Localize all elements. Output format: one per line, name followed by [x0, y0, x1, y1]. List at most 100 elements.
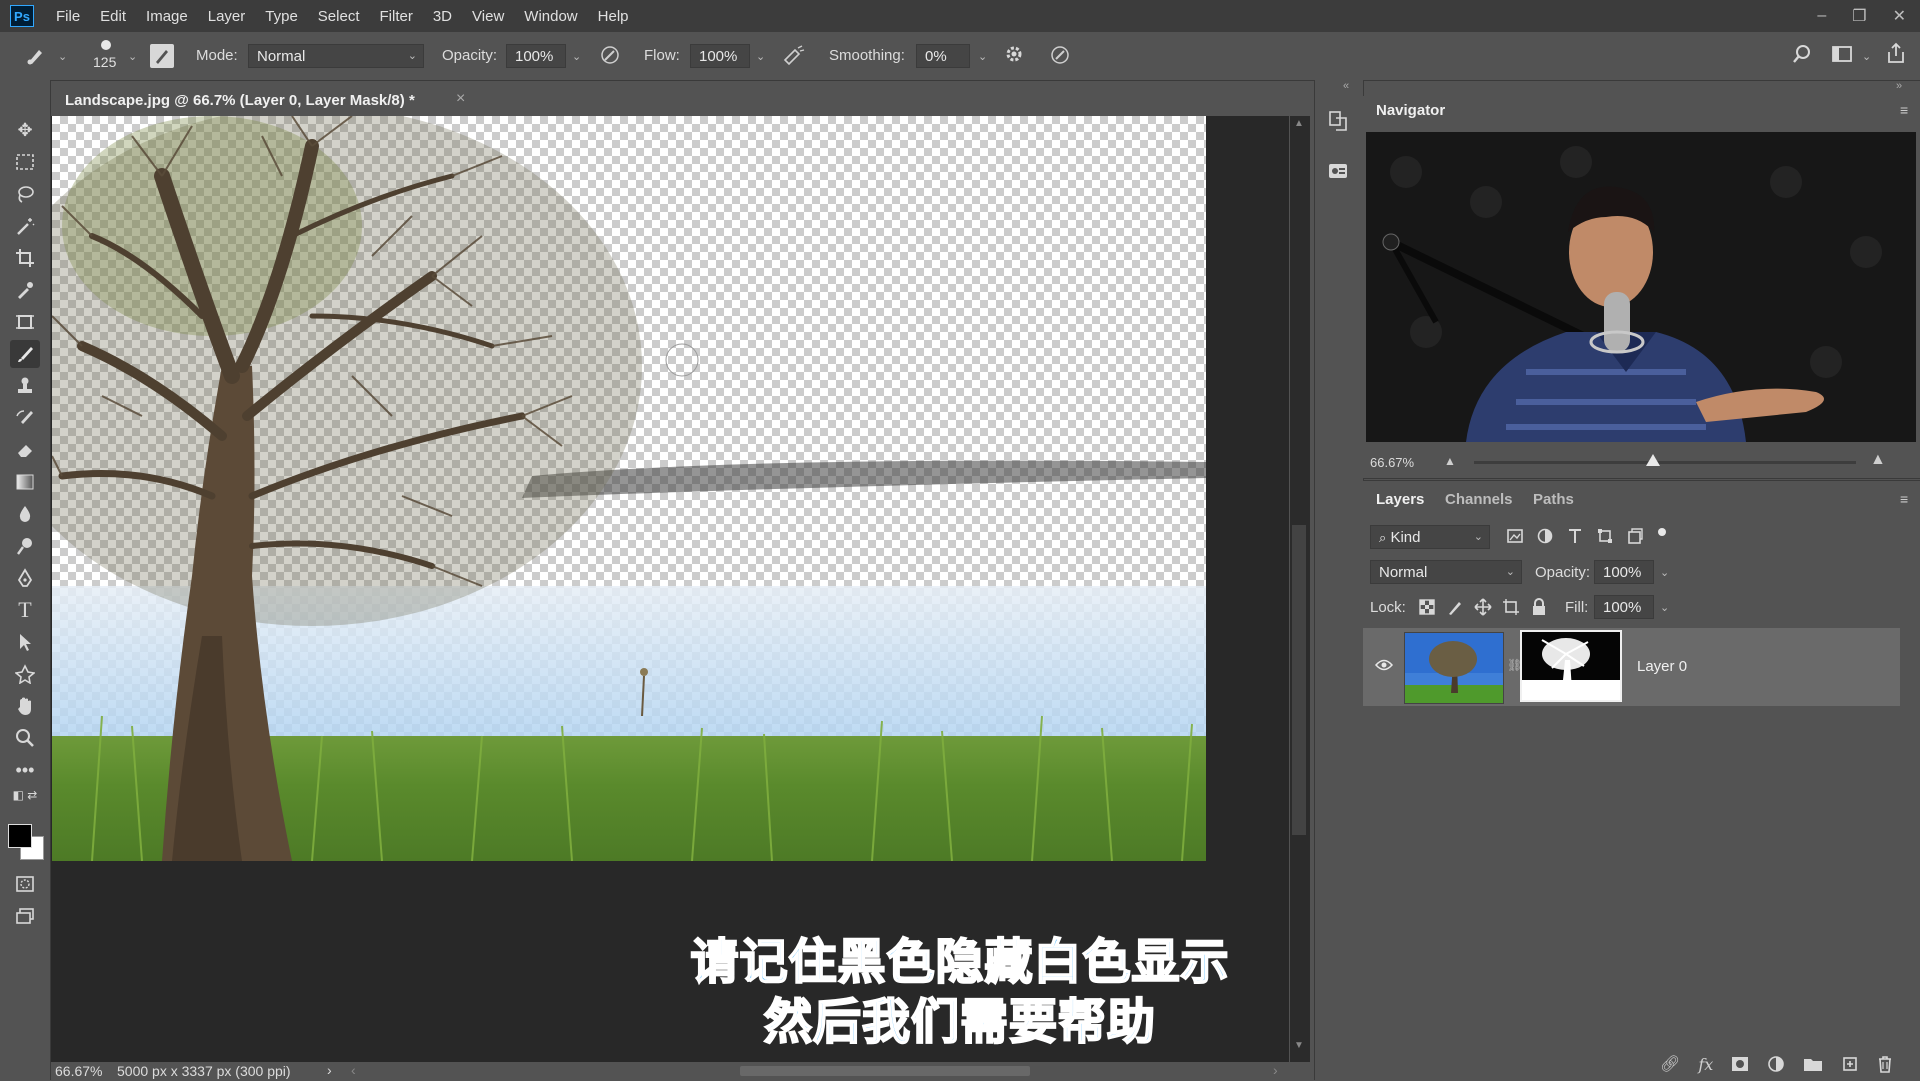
brush-tool-icon[interactable]	[10, 340, 40, 368]
mode-select[interactable]: Normal ⌄	[248, 44, 424, 68]
crop-tool-icon[interactable]	[10, 244, 40, 272]
zoom-out-mountain-icon[interactable]: ▲	[1444, 454, 1456, 468]
marquee-tool-icon[interactable]	[10, 148, 40, 176]
share-icon[interactable]	[1884, 42, 1908, 69]
scroll-up-arrow-icon[interactable]: ▲	[1294, 118, 1304, 129]
menu-help[interactable]: Help	[588, 8, 639, 25]
menu-layer[interactable]: Layer	[198, 8, 256, 25]
eraser-tool-icon[interactable]	[10, 436, 40, 464]
collapse-panels-icon[interactable]: «	[1343, 80, 1349, 92]
layer-blend-mode-select[interactable]: Normal ⌄	[1370, 560, 1522, 584]
layer-opacity-input[interactable]: 100%	[1594, 560, 1654, 584]
pen-tool-icon[interactable]	[10, 564, 40, 592]
pressure-opacity-icon[interactable]	[598, 44, 622, 71]
opacity-chevron-down-icon[interactable]: ⌄	[572, 50, 581, 63]
minimize-button[interactable]: –	[1817, 7, 1826, 25]
fill-input[interactable]: 100%	[1594, 595, 1654, 619]
smoothing-chevron-down-icon[interactable]: ⌄	[978, 50, 987, 63]
history-brush-tool-icon[interactable]	[10, 404, 40, 432]
eyedropper-tool-icon[interactable]	[10, 276, 40, 304]
horizontal-scrollbar-thumb[interactable]	[740, 1066, 1030, 1076]
close-button[interactable]: ✕	[1893, 6, 1906, 26]
expand-panels-icon[interactable]: »	[1896, 80, 1902, 92]
restore-button[interactable]: ❐	[1852, 6, 1866, 26]
airbrush-icon[interactable]	[780, 44, 806, 71]
flow-chevron-down-icon[interactable]: ⌄	[756, 50, 765, 63]
frame-tool-icon[interactable]	[10, 308, 40, 336]
navigator-zoom-slider[interactable]	[1474, 461, 1856, 464]
magic-wand-tool-icon[interactable]	[10, 212, 40, 240]
move-tool-icon[interactable]: ✥	[10, 116, 40, 144]
zoom-tool-icon[interactable]	[10, 724, 40, 752]
more-tools-icon[interactable]: •••	[10, 756, 40, 784]
quick-mask-icon[interactable]	[10, 870, 40, 898]
dodge-tool-icon[interactable]	[10, 532, 40, 560]
brush-settings-panel-icon[interactable]	[150, 44, 174, 68]
swap-colors-icon[interactable]: ◧ ⇄	[10, 786, 40, 804]
status-zoom[interactable]: 66.67%	[55, 1063, 102, 1079]
workspace-icon[interactable]	[1830, 44, 1854, 69]
new-layer-icon[interactable]	[1841, 1055, 1859, 1073]
scroll-down-arrow-icon[interactable]: ▼	[1294, 1040, 1304, 1051]
close-tab-icon[interactable]: ×	[456, 90, 465, 108]
document-canvas-image[interactable]	[52, 116, 1206, 861]
navigator-preview[interactable]	[1366, 132, 1916, 442]
search-icon[interactable]	[1790, 44, 1814, 69]
filter-toggle-icon[interactable]	[1656, 527, 1668, 545]
gradient-tool-icon[interactable]	[10, 468, 40, 496]
lock-artboard-icon[interactable]	[1502, 598, 1520, 616]
pixel-layer-filter-icon[interactable]	[1506, 527, 1524, 545]
brush-tool-preset-icon[interactable]	[24, 44, 48, 71]
hand-tool-icon[interactable]	[10, 692, 40, 720]
new-group-folder-icon[interactable]	[1803, 1056, 1823, 1072]
preset-chevron-down-icon[interactable]: ⌄	[58, 50, 67, 63]
menu-image[interactable]: Image	[136, 8, 198, 25]
stamp-tool-icon[interactable]	[10, 372, 40, 400]
tab-layers[interactable]: Layers	[1376, 491, 1424, 508]
menu-edit[interactable]: Edit	[90, 8, 136, 25]
lock-all-icon[interactable]	[1530, 598, 1548, 616]
layer-opacity-chevron-down-icon[interactable]: ⌄	[1660, 566, 1669, 579]
workspace-chevron-down-icon[interactable]: ⌄	[1862, 50, 1871, 63]
screen-mode-icon[interactable]	[10, 902, 40, 930]
pressure-size-icon[interactable]	[1048, 44, 1072, 71]
lasso-tool-icon[interactable]	[10, 180, 40, 208]
adjustment-layer-icon[interactable]	[1767, 1055, 1785, 1073]
menu-window[interactable]: Window	[514, 8, 587, 25]
fill-chevron-down-icon[interactable]: ⌄	[1660, 601, 1669, 614]
menu-3d[interactable]: 3D	[423, 8, 462, 25]
blur-tool-icon[interactable]	[10, 500, 40, 528]
brush-size-value[interactable]: 125	[93, 54, 116, 70]
path-selection-tool-icon[interactable]	[10, 628, 40, 656]
lock-position-icon[interactable]	[1474, 598, 1492, 616]
shape-layer-filter-icon[interactable]	[1596, 527, 1614, 545]
scroll-right-arrow-icon[interactable]: ›	[1273, 1062, 1278, 1078]
type-tool-icon[interactable]: T	[10, 596, 40, 624]
lock-transparent-pixels-icon[interactable]	[1418, 598, 1436, 616]
layer-filter-kind-select[interactable]: ⌕ Kind ⌄	[1370, 525, 1490, 549]
tab-channels[interactable]: Channels	[1445, 491, 1513, 508]
fx-icon[interactable]: fx	[1698, 1055, 1713, 1074]
lock-image-pixels-icon[interactable]	[1446, 598, 1464, 616]
navigator-menu-icon[interactable]: ≡	[1900, 102, 1908, 118]
foreground-color-swatch-top[interactable]	[8, 824, 32, 848]
flow-input[interactable]: 100%	[690, 44, 750, 68]
navigator-zoom-value[interactable]: 66.67%	[1370, 455, 1414, 470]
layer-thumbnail[interactable]	[1404, 632, 1504, 704]
properties-panel-icon[interactable]	[1327, 160, 1351, 184]
vertical-scrollbar-thumb[interactable]	[1292, 525, 1306, 835]
history-panel-icon[interactable]	[1327, 110, 1351, 134]
add-mask-icon[interactable]	[1731, 1056, 1749, 1072]
scroll-left-arrow-icon[interactable]: ‹	[351, 1062, 356, 1078]
adjustment-layer-filter-icon[interactable]	[1536, 527, 1554, 545]
gear-icon[interactable]	[1002, 44, 1026, 69]
menu-view[interactable]: View	[462, 8, 514, 25]
tab-paths[interactable]: Paths	[1533, 491, 1574, 508]
eye-visibility-icon[interactable]	[1374, 658, 1394, 675]
menu-type[interactable]: Type	[255, 8, 308, 25]
brush-size-chevron-down-icon[interactable]: ⌄	[128, 50, 137, 63]
layer-row[interactable]: ⛓ Layer 0	[1363, 628, 1900, 706]
document-tab[interactable]: Landscape.jpg @ 66.7% (Layer 0, Layer Ma…	[52, 84, 477, 116]
opacity-input[interactable]: 100%	[506, 44, 566, 68]
menu-filter[interactable]: Filter	[370, 8, 423, 25]
